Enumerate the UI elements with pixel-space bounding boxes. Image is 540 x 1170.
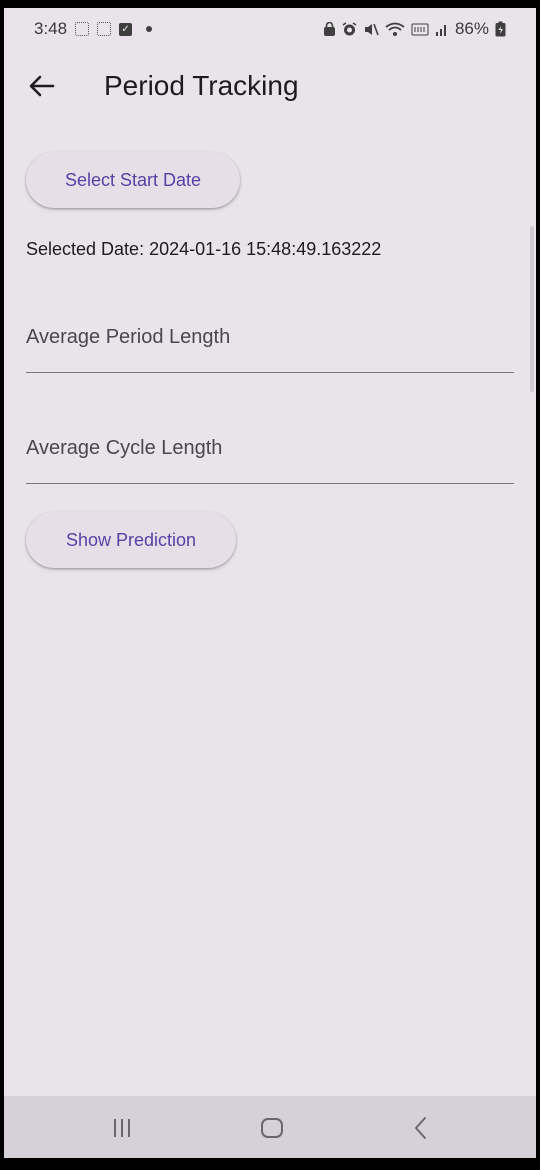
mute-icon xyxy=(364,23,379,35)
recents-button[interactable] xyxy=(102,1108,142,1148)
battery-percent: 86% xyxy=(454,19,489,38)
average-cycle-length-input[interactable] xyxy=(26,414,514,484)
alarm-icon xyxy=(342,21,357,35)
arrow-left-icon xyxy=(29,75,55,97)
recents-icon xyxy=(114,1119,130,1137)
home-icon xyxy=(261,1118,283,1138)
chevron-left-icon xyxy=(415,1117,426,1139)
app-screen: 3:48 ✓ 86% Period Tracking Select Start … xyxy=(4,8,536,1158)
status-bar: 3:48 ✓ 86% xyxy=(4,8,536,50)
status-right: 86% xyxy=(323,19,506,39)
back-button[interactable] xyxy=(22,66,62,106)
screenshot-icon xyxy=(75,22,90,36)
screen-record-icon xyxy=(97,22,112,36)
selected-date-text: Selected Date: 2024-01-16 15:48:49.16322… xyxy=(26,239,382,259)
volte-icon xyxy=(411,23,429,35)
average-period-length-field-container xyxy=(26,303,514,373)
page-title: Period Tracking xyxy=(104,70,299,101)
status-left: 3:48 ✓ xyxy=(34,19,153,39)
average-cycle-length-field-container xyxy=(26,414,514,484)
battery-icon xyxy=(495,21,506,37)
lock-icon xyxy=(323,21,335,36)
wifi-icon xyxy=(385,22,405,36)
notification-dot-icon xyxy=(146,26,153,32)
system-back-button[interactable] xyxy=(401,1108,441,1148)
signal-icon xyxy=(435,24,446,36)
show-prediction-button[interactable]: Show Prediction xyxy=(26,512,236,568)
home-button[interactable] xyxy=(252,1108,292,1148)
app-bar: Period Tracking xyxy=(4,58,536,114)
select-start-date-button[interactable]: Select Start Date xyxy=(26,152,240,208)
system-nav-bar xyxy=(4,1096,536,1158)
scroll-indicator[interactable] xyxy=(530,226,534,392)
status-time: 3:48 xyxy=(34,19,68,38)
check-icon: ✓ xyxy=(119,22,133,36)
average-period-length-input[interactable] xyxy=(26,303,514,373)
